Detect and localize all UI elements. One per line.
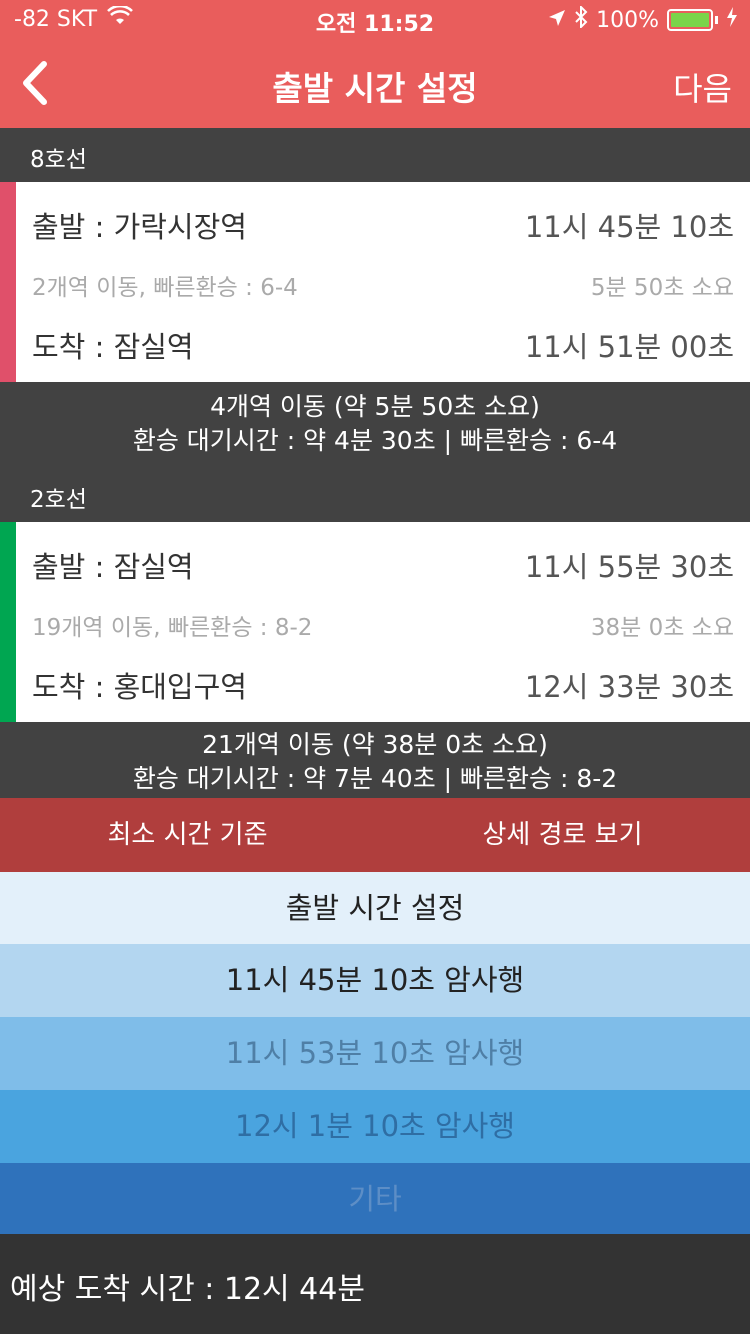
summary-line: 21개역 이동 (약 38분 0초 소요) <box>202 730 548 759</box>
depart-time: 11시 45분 10초 <box>524 210 734 244</box>
next-button[interactable]: 다음 <box>673 64 732 110</box>
departure-option[interactable]: 12시 1분 10초 암사행 <box>0 1090 750 1163</box>
status-bar: -82 SKT 오전 11:52 100% <box>0 0 750 40</box>
segment-info: 19개역 이동, 빠른환승 : 8-2 <box>32 615 313 641</box>
picker-header: 출발 시간 설정 <box>0 872 750 944</box>
summary-line: 환승 대기시간 : 약 7분 40초 | 빠른환승 : 8-2 <box>132 764 618 793</box>
battery-level <box>671 13 709 27</box>
info-row: 19개역 이동, 빠른환승 : 8-2 38분 0초 소요 <box>32 608 734 642</box>
segment-summary-1: 4개역 이동 (약 5분 50초 소요) 환승 대기시간 : 약 4분 30초 … <box>0 382 750 522</box>
summary-line: 4개역 이동 (약 5분 50초 소요) <box>210 392 540 421</box>
arrive-row: 도착 : 잠실역 11시 51분 00초 <box>32 324 734 366</box>
depart-station: 출발 : 가락시장역 <box>32 210 247 244</box>
arrive-station: 도착 : 잠실역 <box>32 330 194 364</box>
segment-summary-2: 21개역 이동 (약 38분 0초 소요) 환승 대기시간 : 약 7분 40초… <box>0 722 750 798</box>
info-row: 2개역 이동, 빠른환승 : 6-4 5분 50초 소요 <box>32 268 734 302</box>
location-icon <box>548 8 566 33</box>
line-color-bar <box>0 182 16 382</box>
battery-tip <box>715 16 718 24</box>
nav-bar: 출발 시간 설정 다음 <box>0 40 750 128</box>
other-option[interactable]: 기타 <box>0 1163 750 1234</box>
depart-row: 출발 : 잠실역 11시 55분 30초 <box>32 544 734 586</box>
battery-icon <box>667 9 713 31</box>
segment-card-2[interactable]: 출발 : 잠실역 11시 55분 30초 19개역 이동, 빠른환승 : 8-2… <box>0 522 750 722</box>
battery-percent: 100% <box>596 7 659 33</box>
arrive-time: 12시 33분 30초 <box>524 670 734 704</box>
detail-route-button[interactable]: 상세 경로 보기 <box>375 798 750 872</box>
line-name: 8호선 <box>30 147 87 173</box>
departure-option[interactable]: 11시 53분 10초 암사행 <box>0 1017 750 1090</box>
header: -82 SKT 오전 11:52 100% 출발 시간 설정 다음 <box>0 0 750 128</box>
segment-duration: 5분 50초 소요 <box>590 275 734 301</box>
bluetooth-icon <box>574 4 588 34</box>
line-header-1: 8호선 <box>0 128 750 182</box>
segment-duration: 38분 0초 소요 <box>590 615 734 641</box>
summary-line: 환승 대기시간 : 약 4분 30초 | 빠른환승 : 6-4 <box>132 426 618 455</box>
depart-time: 11시 55분 30초 <box>524 550 734 584</box>
page-title: 출발 시간 설정 <box>272 69 478 108</box>
depart-station: 출발 : 잠실역 <box>32 550 194 584</box>
segment-card-1[interactable]: 출발 : 가락시장역 11시 45분 10초 2개역 이동, 빠른환승 : 6-… <box>0 182 750 382</box>
charging-icon <box>726 7 738 33</box>
line-color-bar <box>0 522 16 722</box>
action-bar: 최소 시간 기준 상세 경로 보기 <box>0 798 750 872</box>
line-name: 2호선 <box>30 487 87 513</box>
arrive-row: 도착 : 홍대입구역 12시 33분 30초 <box>32 664 734 706</box>
eta-footer: 예상 도착 시간 : 12시 44분 <box>0 1234 750 1334</box>
segment-info: 2개역 이동, 빠른환승 : 6-4 <box>32 275 298 301</box>
depart-row: 출발 : 가락시장역 11시 45분 10초 <box>32 204 734 246</box>
departure-option[interactable]: 11시 45분 10초 암사행 <box>0 944 750 1017</box>
arrive-time: 11시 51분 00초 <box>524 330 734 364</box>
eta-text: 예상 도착 시간 : 12시 44분 <box>10 1272 365 1307</box>
min-time-button[interactable]: 최소 시간 기준 <box>0 798 375 872</box>
arrive-station: 도착 : 홍대입구역 <box>32 670 247 704</box>
